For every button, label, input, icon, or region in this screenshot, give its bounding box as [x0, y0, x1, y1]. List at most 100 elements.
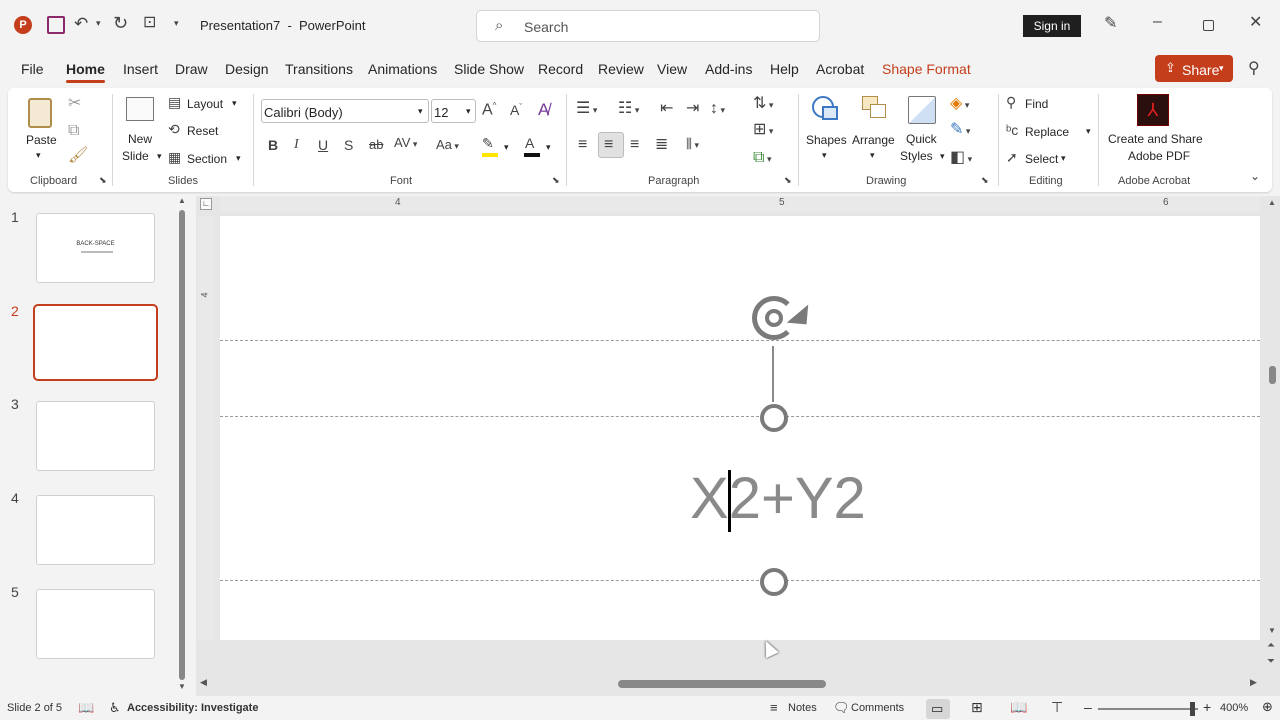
scroll-up-icon[interactable]: ▲: [1268, 198, 1276, 207]
tab-insert[interactable]: Insert: [123, 61, 158, 77]
collapse-ribbon-icon[interactable]: ⌄: [1250, 170, 1260, 182]
vertical-scrollbar[interactable]: ▲ ▼ ⏶ ⏷: [1264, 196, 1280, 676]
horizontal-scroll-thumb[interactable]: [618, 680, 826, 688]
numbering-icon[interactable]: ☷ ▾: [618, 101, 639, 117]
create-adobe-pdf-button[interactable]: ⅄ Create and Share Adobe PDF: [1102, 92, 1208, 166]
justify-icon[interactable]: ≣: [655, 137, 668, 153]
bullets-icon[interactable]: ☰ ▾: [576, 101, 597, 117]
zoom-in-icon[interactable]: +: [1203, 699, 1211, 715]
tab-slide-show[interactable]: Slide Show: [454, 61, 524, 77]
normal-view-button[interactable]: ▭: [926, 699, 950, 719]
slide-show-icon[interactable]: ⊤: [1051, 699, 1063, 716]
find-button[interactable]: ⚲ Find: [1006, 95, 1086, 113]
clear-formatting-icon[interactable]: A̸: [538, 101, 549, 118]
shape-fill-icon[interactable]: ◈ ▾: [950, 96, 969, 112]
decrease-font-icon[interactable]: Aˇ: [510, 103, 522, 117]
accessibility-icon[interactable]: ♿: [109, 700, 121, 716]
scroll-down-icon[interactable]: ▼: [178, 682, 186, 691]
text-direction-icon[interactable]: ⇅ ▾: [753, 96, 773, 112]
font-color-button[interactable]: A ▾: [522, 136, 556, 158]
italic-icon[interactable]: I: [294, 138, 299, 152]
comments-pane-icon[interactable]: ⚲: [1248, 61, 1260, 77]
tab-file[interactable]: File: [21, 61, 44, 77]
align-center-button[interactable]: ≡: [598, 132, 624, 158]
tab-shape-format[interactable]: Shape Format: [882, 61, 971, 77]
align-text-icon[interactable]: ⊞ ▾: [753, 122, 773, 138]
pen-icon[interactable]: ✎: [1104, 16, 1117, 32]
scroll-right-icon[interactable]: ▶: [1250, 677, 1257, 688]
redo-icon[interactable]: ↻: [113, 14, 128, 32]
section-button[interactable]: ▦ Section ▾: [166, 150, 246, 168]
save-icon[interactable]: [47, 16, 65, 34]
comments-icon[interactable]: 🗨: [833, 700, 850, 716]
font-dialog-launcher-icon[interactable]: ⬊: [552, 176, 560, 185]
zoom-slider-thumb[interactable]: [1190, 702, 1195, 716]
strikethrough-icon[interactable]: ab: [369, 138, 383, 151]
new-slide-button[interactable]: New Slide ▾: [120, 92, 162, 166]
shape-effects-icon[interactable]: ◧ ▾: [950, 150, 972, 166]
horizontal-scrollbar[interactable]: ◀ ▶: [196, 676, 1264, 692]
thumbnail-scrollbar[interactable]: ▲ ▼: [176, 196, 188, 692]
character-spacing-icon[interactable]: AV ▾: [394, 136, 417, 149]
slide-thumbnail-1[interactable]: BACK-SPACE: [36, 213, 155, 283]
slide-sorter-icon[interactable]: ⊞: [971, 699, 983, 716]
paste-button[interactable]: Paste ▾: [22, 92, 58, 162]
shadow-text-icon[interactable]: S: [344, 138, 353, 152]
columns-icon[interactable]: ⫼ ▾: [686, 137, 699, 150]
thumbnail-scroll-thumb[interactable]: [179, 210, 185, 680]
change-case-icon[interactable]: Aa ▾: [436, 138, 459, 151]
smartart-icon[interactable]: ⧉ ▾: [753, 150, 771, 166]
reading-view-icon[interactable]: 📖: [1010, 699, 1027, 716]
scroll-down-icon[interactable]: ▼: [1268, 626, 1276, 635]
spelling-icon[interactable]: 📖: [78, 700, 94, 716]
tab-draw[interactable]: Draw: [175, 61, 208, 77]
quick-styles-button[interactable]: Quick Styles ▾: [900, 92, 950, 166]
scroll-up-icon[interactable]: ▲: [178, 196, 186, 205]
tab-add-ins[interactable]: Add-ins: [705, 61, 752, 77]
tab-design[interactable]: Design: [225, 61, 269, 77]
zoom-level[interactable]: 400%: [1220, 702, 1248, 714]
underline-icon[interactable]: U: [318, 138, 328, 152]
share-button[interactable]: ⇪ Share ▾: [1155, 55, 1233, 82]
close-icon[interactable]: ✕: [1249, 15, 1262, 31]
present-icon[interactable]: ⊡: [143, 15, 156, 31]
format-painter-icon[interactable]: 🖌: [68, 148, 88, 164]
zoom-out-icon[interactable]: –: [1084, 699, 1092, 715]
fit-slide-icon[interactable]: ⊕: [1262, 699, 1273, 715]
top-resize-handle[interactable]: [760, 404, 788, 432]
drawing-dialog-launcher-icon[interactable]: ⬊: [981, 176, 989, 185]
tab-selector-icon[interactable]: ∟: [200, 198, 212, 210]
next-slide-icon[interactable]: ⏷: [1267, 656, 1275, 667]
scroll-left-icon[interactable]: ◀: [200, 677, 207, 688]
dialog-launcher-icon[interactable]: ⬊: [99, 176, 107, 185]
slide-canvas[interactable]: X 2+Y2: [220, 216, 1260, 640]
line-spacing-icon[interactable]: ↕ ▾: [710, 101, 725, 117]
align-left-icon[interactable]: ≡: [578, 137, 587, 153]
slide-thumbnail-5[interactable]: [36, 589, 155, 659]
customize-toolbar-icon[interactable]: ▾: [174, 19, 179, 28]
tab-acrobat[interactable]: Acrobat: [816, 61, 864, 77]
sign-in-button[interactable]: Sign in: [1023, 15, 1081, 37]
slide-thumbnail-4[interactable]: [36, 495, 155, 565]
accessibility-status[interactable]: Accessibility: Investigate: [127, 702, 258, 714]
select-button[interactable]: ➚ Select ▾: [1006, 150, 1086, 168]
previous-slide-icon[interactable]: ⏶: [1267, 640, 1275, 651]
highlight-color-button[interactable]: ✎ ▾: [480, 136, 514, 158]
zoom-slider[interactable]: [1098, 702, 1198, 716]
reset-button[interactable]: ⟲ Reset: [166, 122, 246, 140]
cut-icon[interactable]: ✂: [68, 96, 81, 112]
arrange-button[interactable]: Arrange ▾: [850, 92, 898, 166]
minimize-icon[interactable]: –: [1153, 14, 1162, 30]
tab-review[interactable]: Review: [598, 61, 644, 77]
layout-button[interactable]: ▤ Layout ▾: [166, 95, 246, 113]
shapes-button[interactable]: Shapes ▾: [804, 92, 848, 166]
shape-outline-icon[interactable]: ✎ ▾: [950, 122, 970, 138]
font-size-select[interactable]: 12 ▾: [431, 99, 476, 123]
rotate-handle-icon[interactable]: [748, 292, 818, 350]
tab-record[interactable]: Record: [538, 61, 583, 77]
notes-button[interactable]: Notes: [788, 702, 817, 714]
undo-dropdown-icon[interactable]: ▾: [96, 19, 101, 28]
vertical-scroll-thumb[interactable]: [1269, 366, 1276, 384]
equation-text[interactable]: X 2+Y2: [690, 464, 866, 534]
paragraph-dialog-launcher-icon[interactable]: ⬊: [784, 176, 792, 185]
